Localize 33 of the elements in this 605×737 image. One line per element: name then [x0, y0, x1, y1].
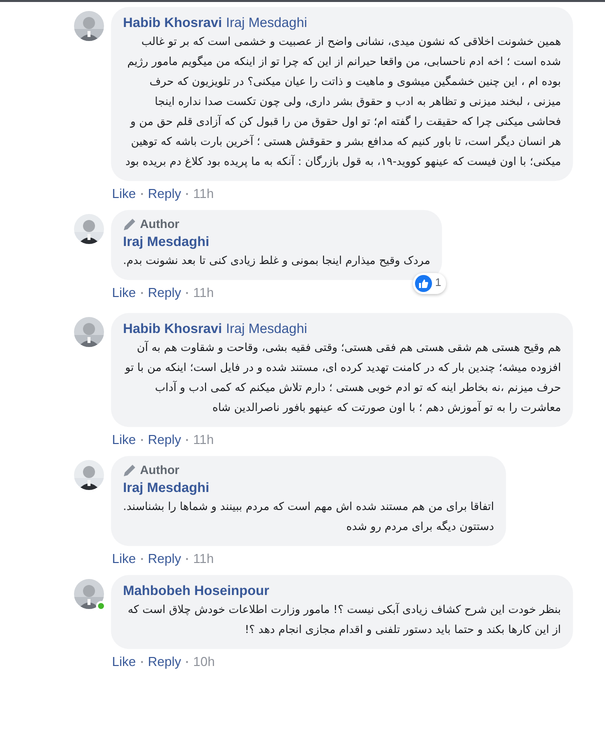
author-label: Author: [140, 462, 180, 478]
reply-link[interactable]: Reply: [148, 284, 182, 301]
mention-link[interactable]: Iraj Mesdaghi: [226, 319, 308, 338]
reply-link[interactable]: Reply: [148, 185, 182, 202]
commenter-name[interactable]: Iraj Mesdaghi: [123, 232, 210, 251]
like-link[interactable]: Like: [112, 653, 136, 670]
comment-text: هم وقیح هستی هم شقی هستی هم فقی هستی؛ وقتی فقیه بشی، وقاحت و شقاوت هم به آن افزوده میشه؛ چندین بار که در کامنت تهدید کرده ای، مستند شده و در فایل است؛ اینکه من با تو حرف میزنم ،نه بخاطر اینه که تو ادم خوبی هستی ؛ دارم تلاش میکنم که کمی ادب و آداب معاشرت را به تو آموزش دهم ؛ با اون صورتت که عینهو بافور ناصرالدین شاه: [124, 340, 561, 416]
comment-time: 11h: [193, 284, 214, 301]
comment-text: بنظر خودت این شرح کشاف زیادی آبکی نیست ؟! مامور وزارت اطلاعات خودش چلاق است که از این کارها بکند و حتما باید دستور تلفنی و اقدام مجازی انجام دهد ؟!: [126, 602, 561, 638]
like-link[interactable]: Like: [112, 185, 136, 202]
comment-time: 11h: [193, 185, 214, 202]
comment-text: اتفاقا برای من هم مستند شده اش مهم است که مردم ببینند و شماها را بشناسند. دستتون دیگه برای مردم رو شده: [123, 499, 494, 535]
author-label: Author: [140, 216, 180, 232]
mention-link[interactable]: Iraj Mesdaghi: [226, 13, 308, 32]
like-link[interactable]: Like: [112, 550, 136, 567]
like-link[interactable]: Like: [112, 284, 136, 301]
comment-text: همین خشونت اخلاقی که نشون میدی، نشانی واضح از عصبیت و خشمی است که بر تو غالب شده است ؛ اخه ادم ناحسابی، من واقعا حیرانم از این که چرا تو از اینکه من میگویم مامور رژیم بوده ام ، این چنین خشمگین میشوی و ماهیت و ذاتت را عیان میکنی؟ در تلویزیون که حرف میزنی ، لبخند میزنی و تظاهر به ادب و حقوق بشر داری، ولی چون تکست صدا نداره اینجا فحاشی میکنی چرا که حقیقت را گفته ام؛ تو اول حقوق من را قبول کن که آزادی قلم حق من و هر انسان دیگر است، تا باور کنیم که مدافع بشر و حقوقش هستی ؛ آخرین بارت باشه که توهین میکنی؛ با اون فیست که عینهو کووید-۱۹، به قول بازرگان : آنکه به ما پریده بود کلاغ دم بریده بود: [124, 34, 561, 170]
comment-time: 10h: [193, 653, 215, 670]
reply-link[interactable]: Reply: [148, 653, 182, 670]
pencil-icon: [123, 218, 136, 230]
reply-link[interactable]: Reply: [148, 431, 182, 448]
reply-link[interactable]: Reply: [148, 550, 182, 567]
commenter-name[interactable]: Habib Khosravi: [123, 13, 222, 32]
reaction-count[interactable]: 1: [413, 273, 446, 294]
comment-time: 11h: [193, 550, 214, 567]
commenter-name[interactable]: Iraj Mesdaghi: [123, 478, 210, 497]
commenter-name[interactable]: Mahbobeh Hoseinpour: [123, 581, 270, 600]
comment-time: 11h: [193, 431, 214, 448]
like-icon: [415, 275, 432, 292]
pencil-icon: [123, 464, 136, 476]
commenter-name[interactable]: Habib Khosravi: [123, 319, 222, 338]
comment-text: مردک وقیح میذارم اینجا بمونی و غلط زیادی کنی تا بعد نشونت بدم.: [123, 253, 430, 269]
like-link[interactable]: Like: [112, 431, 136, 448]
